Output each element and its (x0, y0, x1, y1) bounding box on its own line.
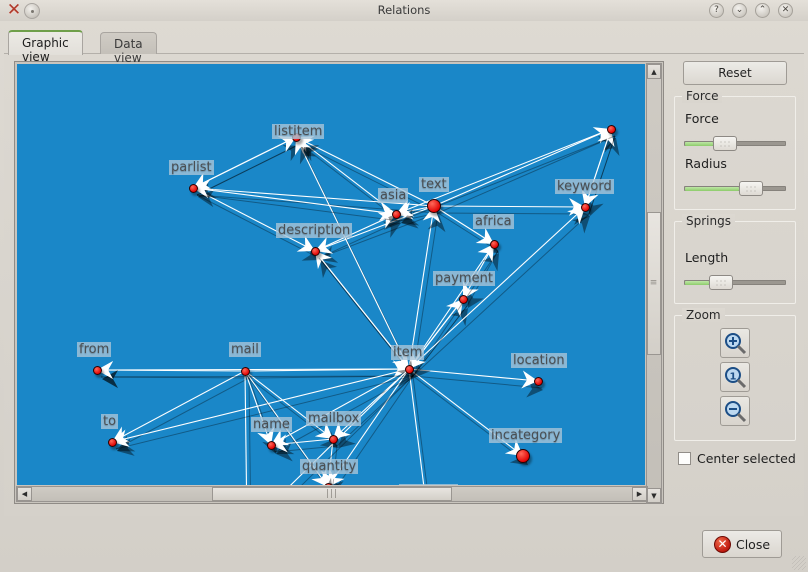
node-label: parlist (169, 160, 214, 175)
radius-slider-label: Radius (685, 156, 727, 171)
minimize-icon[interactable]: ⌄ (732, 3, 747, 18)
node-label: shipping (399, 484, 459, 485)
close-icon[interactable]: ✕ (778, 3, 793, 18)
magnifier-minus-icon (725, 401, 747, 423)
vertical-scrollbar-thumb[interactable]: ≡ (647, 211, 661, 356)
close-badge-icon: ✕ (713, 535, 731, 553)
force-slider-label: Force (685, 111, 719, 126)
length-slider-label: Length (685, 250, 729, 265)
node-dot[interactable] (534, 377, 543, 386)
close-button-label: Close (735, 536, 771, 552)
slider-handle[interactable] (713, 136, 738, 151)
node-label: to (101, 414, 119, 429)
node-dot[interactable] (490, 240, 499, 249)
node-label: asia (378, 188, 409, 203)
footer-bar: ✕ Close (0, 516, 808, 572)
node-label: location (511, 353, 567, 368)
node-label: item (391, 345, 425, 360)
node-label: incategory (489, 428, 563, 443)
center-selected-checkbox[interactable] (678, 452, 691, 465)
resize-grip-icon[interactable] (792, 556, 806, 570)
slider-handle[interactable] (738, 181, 763, 196)
slider-fill (685, 187, 739, 191)
graph-canvas[interactable]: listitem parlist description asia text keywor… (17, 64, 645, 485)
zoom-group-legend: Zoom (682, 308, 725, 322)
length-slider[interactable] (684, 275, 786, 290)
radius-slider[interactable] (684, 181, 786, 196)
zoom-in-button[interactable] (720, 328, 750, 358)
close-button[interactable]: ✕ Close (702, 530, 782, 558)
node-dot[interactable] (427, 199, 441, 213)
center-selected-label: Center selected (697, 451, 796, 466)
vertical-scrollbar[interactable]: ▲ ≡ ▼ (646, 63, 662, 504)
springs-group: Springs Length (674, 214, 796, 304)
graph-view[interactable]: listitem parlist description asia text keywor… (14, 61, 664, 504)
magnifier-plus-icon (725, 333, 747, 355)
svg-text:1: 1 (730, 372, 737, 383)
force-group: Force Force Radius (674, 89, 796, 210)
help-icon[interactable]: ? (709, 3, 724, 18)
node-label: mailbox (306, 411, 362, 426)
node-label: from (77, 342, 112, 357)
node-label: mail (229, 342, 261, 357)
node-label: payment (433, 271, 495, 286)
node-label: name (251, 417, 292, 432)
grip-icon: ≡ (649, 278, 659, 289)
node-label: africa (473, 214, 514, 229)
horizontal-scrollbar-thumb[interactable]: ||| (212, 487, 452, 501)
force-slider[interactable] (684, 136, 786, 151)
horizontal-scrollbar[interactable]: ◀ ||| ▶ (16, 486, 648, 502)
scroll-down-icon[interactable]: ▼ (647, 488, 661, 503)
node-label: text (419, 177, 449, 192)
slider-handle[interactable] (709, 275, 734, 290)
reset-button[interactable]: Reset (683, 61, 787, 85)
slider-fill (685, 142, 714, 146)
grip-icon: ||| (325, 489, 339, 499)
springs-group-legend: Springs (682, 214, 735, 228)
node-label: description (276, 223, 353, 238)
node-dot[interactable] (241, 367, 250, 376)
node-label: quantity (300, 459, 359, 474)
title-bar: ✕ Relations ? ⌄ ⌃ ✕ (0, 0, 808, 21)
node-dot[interactable] (581, 203, 590, 212)
magnifier-one-icon: 1 (725, 367, 747, 389)
node-dot[interactable] (329, 435, 338, 444)
node-dot[interactable] (108, 438, 117, 447)
scroll-right-icon[interactable]: ▶ (632, 487, 647, 501)
tab-graphic-view[interactable]: Graphic view (8, 30, 83, 64)
scroll-left-icon[interactable]: ◀ (17, 487, 32, 501)
zoom-out-button[interactable] (720, 396, 750, 426)
tab-data-view[interactable]: Data view (100, 32, 157, 65)
node-dot[interactable] (405, 365, 414, 374)
zoom-group: Zoom 1 (674, 308, 796, 441)
controls-column: Reset Force Force Radius Springs Length (672, 61, 798, 466)
node-label: keyword (555, 179, 614, 194)
relations-window: ✕ Relations ? ⌄ ⌃ ✕ Graphic view Data vi… (0, 0, 808, 572)
center-selected-row[interactable]: Center selected (678, 451, 798, 466)
node-dot[interactable] (189, 184, 198, 193)
node-dot[interactable] (311, 247, 320, 256)
force-group-legend: Force (682, 89, 723, 103)
maximize-icon[interactable]: ⌃ (755, 3, 770, 18)
node-dot[interactable] (324, 483, 333, 485)
node-dot[interactable] (267, 441, 276, 450)
node-label: listitem (272, 124, 325, 139)
node-dot[interactable] (459, 295, 468, 304)
window-title: Relations (377, 3, 431, 17)
node-dot[interactable] (93, 366, 102, 375)
slider-fill (685, 281, 710, 285)
node-dot[interactable] (516, 449, 530, 463)
node-dot[interactable] (607, 125, 616, 134)
scroll-up-icon[interactable]: ▲ (647, 64, 661, 79)
zoom-actual-button[interactable]: 1 (720, 362, 750, 392)
node-dot[interactable] (392, 210, 401, 219)
